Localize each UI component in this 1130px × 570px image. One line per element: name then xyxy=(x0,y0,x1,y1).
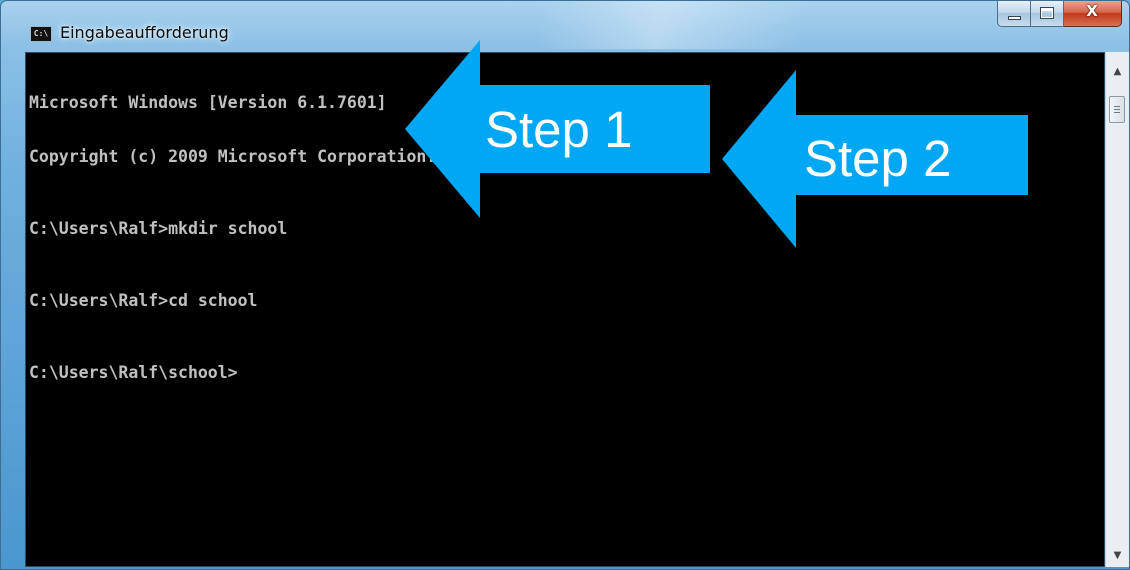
thumb-grip-line xyxy=(1114,109,1120,110)
step2-label: Step 2 xyxy=(804,130,952,187)
step1-callout: Step 1 xyxy=(405,40,710,218)
scroll-thumb[interactable] xyxy=(1109,96,1125,123)
thumb-grip-line xyxy=(1114,112,1120,113)
console-line-mkdir: C:\Users\Ralf>mkdir school xyxy=(29,219,288,238)
cmd-icon[interactable]: C:\ xyxy=(30,26,52,42)
caption-buttons: X xyxy=(997,1,1122,27)
close-button[interactable]: X xyxy=(1064,1,1122,27)
scroll-down-icon[interactable]: ▼ xyxy=(1106,550,1129,561)
scroll-up-icon[interactable]: ▲ xyxy=(1106,66,1129,77)
vertical-scrollbar[interactable]: ▲ ▼ xyxy=(1105,52,1129,567)
step2-callout: Step 2 xyxy=(722,70,1028,248)
console-line-cd: C:\Users\Ralf>cd school xyxy=(29,291,258,310)
console-line-prompt: C:\Users\Ralf\school> xyxy=(29,363,238,382)
window-title: Eingabeaufforderung xyxy=(60,23,229,42)
minimize-icon xyxy=(1008,16,1021,20)
maximize-icon xyxy=(1040,7,1054,19)
minimize-button[interactable] xyxy=(997,1,1031,27)
maximize-button[interactable] xyxy=(1031,1,1064,27)
close-icon: X xyxy=(1086,2,1098,20)
thumb-grip-line xyxy=(1114,106,1120,107)
step1-label: Step 1 xyxy=(485,101,633,158)
